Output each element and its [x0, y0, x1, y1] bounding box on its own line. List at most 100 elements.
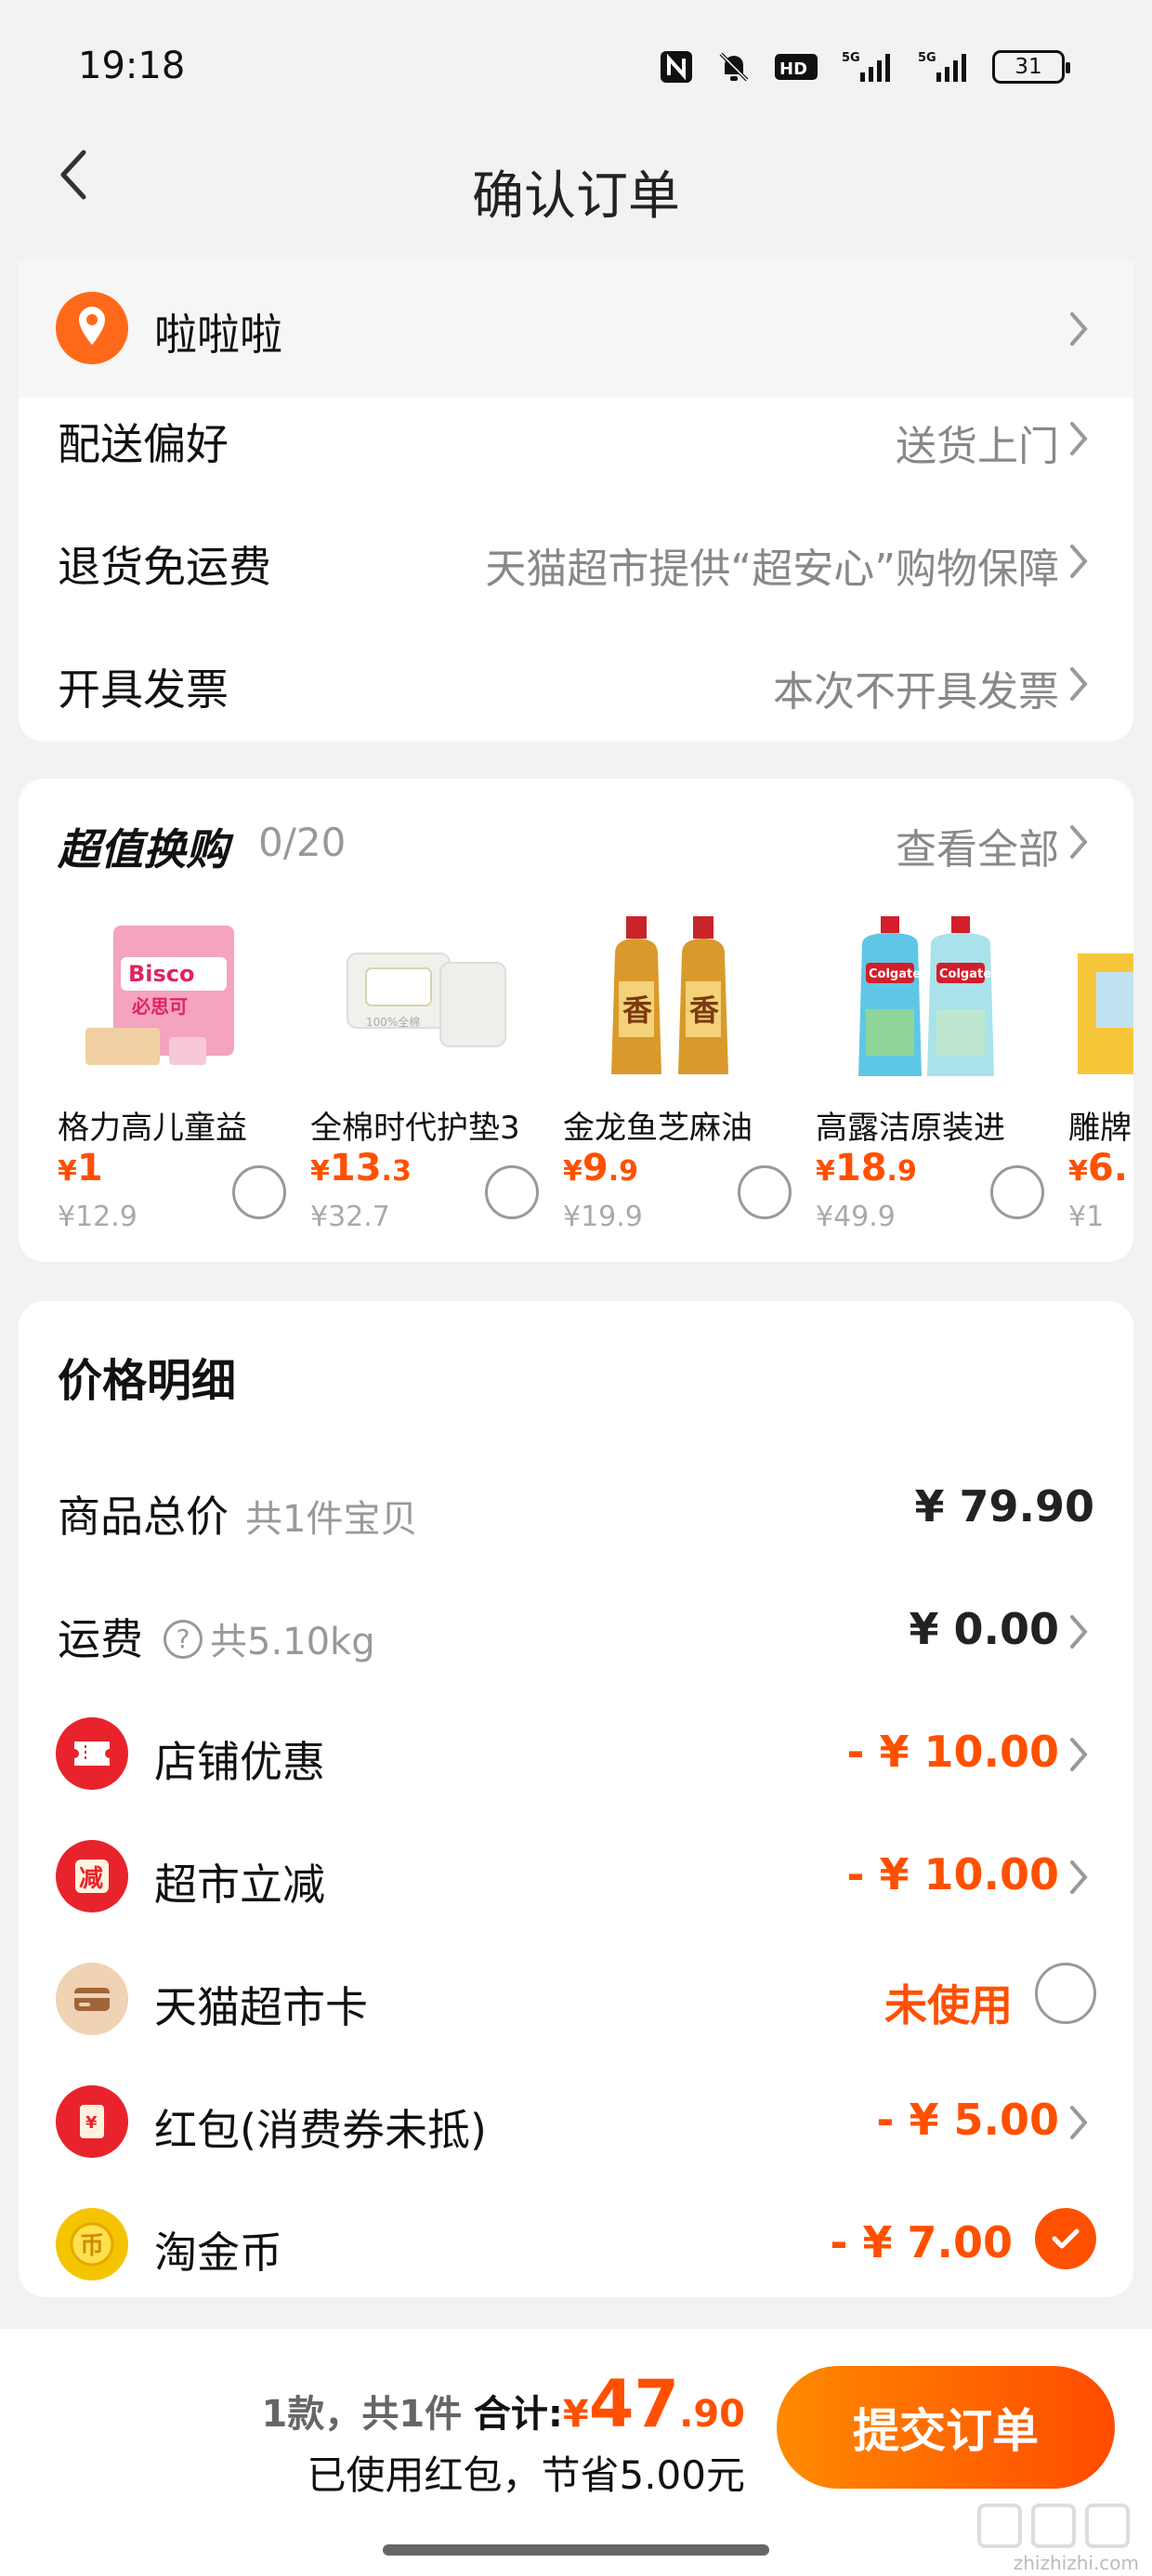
product-price: ¥9.9: [563, 1147, 638, 1189]
product-image: 100%全棉: [347, 953, 506, 1047]
return-shipping-row[interactable]: 退货免运费 天猫超市提供“超安心”购物保障: [19, 528, 1133, 639]
store-discount-amount: - ¥ 10.00: [846, 1727, 1059, 1777]
product-original-price: ¥1: [1068, 1201, 1105, 1233]
view-all-link[interactable]: 查看全部: [896, 816, 1059, 875]
taojinbi-row[interactable]: 币 淘金币 - ¥ 7.00: [19, 2208, 1133, 2325]
signal-icon: 5G: [916, 48, 972, 85]
page-title: 确认订单: [472, 166, 680, 227]
product-card[interactable]: Bisco 必思可 格力高儿童益 ¥1 ¥12.9: [58, 909, 290, 1243]
option-label: 退货免运费: [58, 542, 271, 592]
product-card[interactable]: 雕牌 ¥6. ¥1: [1068, 909, 1133, 1243]
delivery-preference-row[interactable]: 配送偏好 送货上门: [19, 405, 1133, 517]
discount-icon: 减: [56, 1840, 128, 1912]
product-select-radio[interactable]: [485, 1165, 539, 1219]
home-indicator[interactable]: [383, 2544, 769, 2556]
product-image: 香 香: [611, 916, 728, 1074]
svg-text:币: 币: [80, 2232, 104, 2260]
watermark-text: zhizhizhi.com: [1013, 2552, 1139, 2574]
status-bar: 19:18 HD 5G 5G 31: [0, 0, 1152, 130]
card-icon: [56, 1963, 128, 2035]
market-discount-row[interactable]: 减 超市立减 - ¥ 10.00: [19, 1840, 1133, 1957]
product-select-radio[interactable]: [990, 1165, 1044, 1219]
submit-order-button[interactable]: 提交订单: [777, 2366, 1115, 2489]
price-details-title: 价格明细: [58, 1355, 237, 1407]
chevron-right-icon: [1070, 545, 1088, 578]
chevron-right-icon: [1070, 2106, 1088, 2139]
row-label: 运费? 共5.10kg: [58, 1614, 375, 1664]
chevron-right-icon: [1070, 667, 1088, 701]
invoice-row[interactable]: 开具发票 本次不开具发票: [19, 651, 1133, 762]
product-select-radio[interactable]: [232, 1165, 286, 1219]
tmall-card-radio[interactable]: [1035, 1963, 1096, 2024]
chevron-right-icon: [1070, 1738, 1088, 1771]
product-card[interactable]: 香 香 金龙鱼芝麻油 ¥9.9 ¥19.9: [563, 909, 795, 1243]
product-price: ¥6.: [1068, 1147, 1128, 1189]
exchange-count: 0/20: [258, 820, 347, 865]
row-sub: 共1件宝贝: [245, 1498, 418, 1541]
address-name: 啦啦啦: [154, 309, 282, 360]
location-pin-icon: [56, 292, 128, 364]
nav-bar: 确认订单: [0, 121, 1152, 242]
store-discount-row[interactable]: 店铺优惠 - ¥ 10.00: [19, 1717, 1133, 1834]
tmall-card-status: 未使用: [884, 1980, 1013, 2031]
option-value: 天猫超市提供“超安心”购物保障: [485, 545, 1059, 593]
product-name: 全棉时代护垫3: [310, 1110, 520, 1147]
product-card[interactable]: 100%全棉 全棉时代护垫3 ¥13.3 ¥32.7: [310, 909, 543, 1243]
hd-icon: HD: [773, 48, 819, 85]
chevron-right-icon: [1070, 422, 1088, 455]
order-options-card: 配送偏好 送货上门 退货免运费 天猫超市提供“超安心”购物保障 开具发票 本次不…: [19, 398, 1133, 742]
nfc-icon: [658, 48, 695, 85]
address-row[interactable]: 啦啦啦: [19, 260, 1133, 398]
red-packet-amount: - ¥ 5.00: [876, 2095, 1059, 2145]
svg-text:HD: HD: [779, 59, 807, 79]
help-icon[interactable]: ?: [164, 1619, 203, 1659]
row-label: 红包(消费券未抵): [154, 2105, 487, 2155]
row-label: 商品总价 共1件宝贝: [58, 1492, 418, 1542]
product-price: ¥1: [58, 1147, 103, 1189]
product-image: [1078, 953, 1133, 1074]
product-card[interactable]: Colgate Colgate 高露洁原装进 ¥18.9 ¥49.9: [816, 909, 1048, 1243]
total-amount: ¥47.90: [562, 2366, 745, 2442]
product-name: 高露洁原装进: [816, 1110, 1005, 1147]
product-price: ¥13.3: [310, 1147, 412, 1189]
product-original-price: ¥49.9: [816, 1201, 896, 1233]
product-name: 格力高儿童益: [58, 1110, 247, 1147]
market-discount-amount: - ¥ 10.00: [846, 1849, 1059, 1899]
svg-text:必思可: 必思可: [131, 995, 188, 1018]
chevron-right-icon[interactable]: [1065, 821, 1093, 862]
svg-text:5G: 5G: [918, 51, 936, 65]
red-packet-icon: ¥: [56, 2085, 128, 2158]
order-total: 1款，共1件 合计:¥47.90: [261, 2366, 745, 2442]
svg-text:减: 减: [79, 1865, 103, 1893]
svg-text:Colgate: Colgate: [939, 967, 991, 981]
svg-text:¥: ¥: [85, 2113, 98, 2133]
product-original-price: ¥19.9: [563, 1201, 643, 1233]
mute-bell-icon: [715, 48, 753, 85]
svg-text:5G: 5G: [842, 51, 860, 65]
product-price: ¥18.9: [816, 1147, 917, 1189]
taojinbi-checkbox[interactable]: [1035, 2208, 1096, 2269]
product-select-radio[interactable]: [738, 1165, 792, 1219]
checkmark-icon: [1052, 2228, 1080, 2249]
svg-text:香: 香: [689, 992, 719, 1028]
savings-note: 已使用红包，节省5.00元: [307, 2452, 745, 2498]
option-label: 配送偏好: [58, 419, 229, 469]
item-count: 1款，共1件: [261, 2393, 463, 2436]
signal-icon: 5G: [840, 48, 896, 85]
address-card[interactable]: 啦啦啦: [19, 260, 1133, 398]
tmall-card-row[interactable]: 天猫超市卡 未使用: [19, 1963, 1133, 2080]
taojinbi-amount: - ¥ 7.00: [830, 2217, 1013, 2267]
shipping-fee-row[interactable]: 运费? 共5.10kg ¥ 0.00: [19, 1600, 1133, 1712]
status-icons: HD 5G 5G 31: [658, 48, 1070, 85]
svg-text:Bisco: Bisco: [128, 961, 195, 987]
product-original-price: ¥12.9: [58, 1201, 137, 1233]
exchange-product-list: Bisco 必思可 格力高儿童益 ¥1 ¥12.9 100%全棉 全棉时代护垫3…: [58, 909, 1133, 1243]
price-details-card: 价格明细 商品总价 共1件宝贝 ¥ 79.90 运费? 共5.10kg ¥ 0.00…: [19, 1301, 1133, 2297]
status-time: 19:18: [78, 45, 186, 87]
red-packet-row[interactable]: ¥ 红包(消费券未抵) - ¥ 5.00: [19, 2085, 1133, 2202]
product-image: Bisco 必思可: [85, 926, 234, 1065]
svg-text:香: 香: [622, 992, 652, 1028]
product-name: 雕牌: [1068, 1110, 1132, 1147]
row-sub: 共5.10kg: [210, 1621, 375, 1663]
row-label: 天猫超市卡: [154, 1982, 368, 2032]
